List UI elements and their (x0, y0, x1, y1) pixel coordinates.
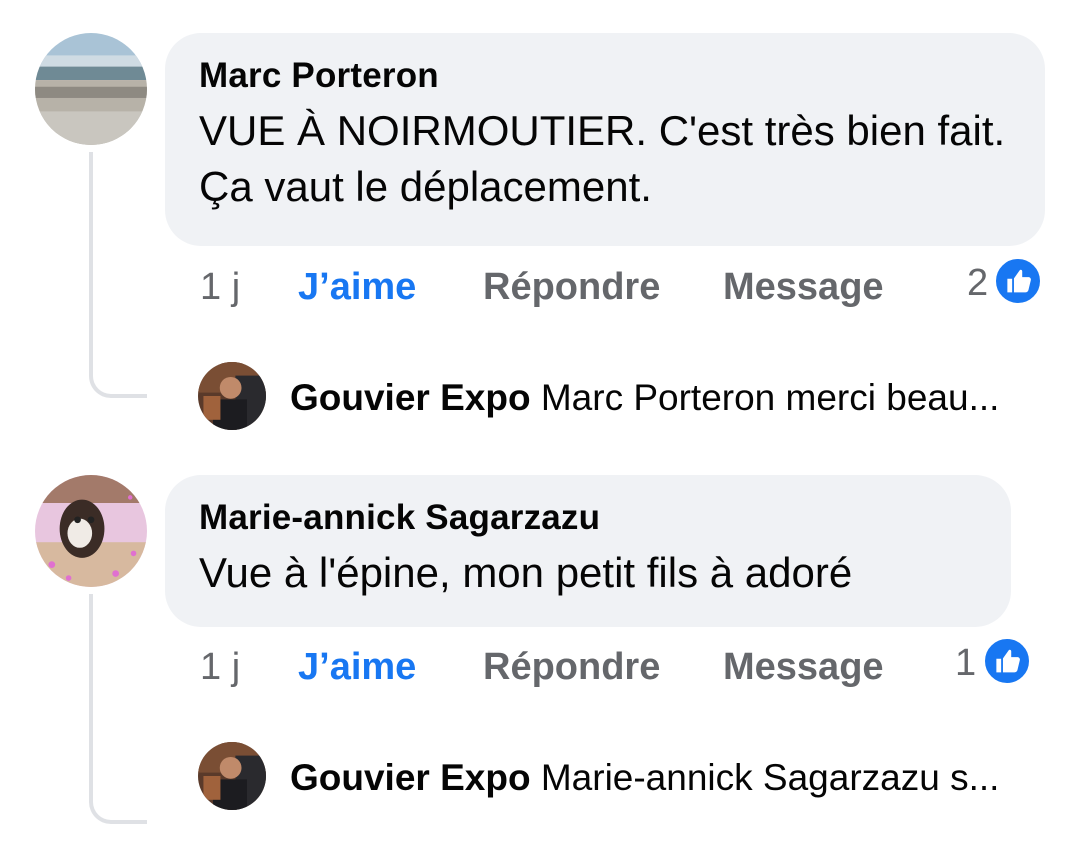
avatar-photo (198, 362, 266, 430)
reply-preview[interactable]: Gouvier Expo Marie-annick Sagarzazu s... (198, 742, 1058, 812)
comment-author[interactable]: Marc Porteron (199, 55, 1011, 97)
avatar-photo (35, 475, 147, 587)
message-button[interactable]: Message (723, 266, 884, 309)
comment-author[interactable]: Marie-annick Sagarzazu (199, 497, 977, 539)
like-icon[interactable] (993, 256, 1043, 306)
avatar-photo (35, 33, 147, 145)
comment-bubble: Marie-annick Sagarzazu Vue à l'épine, mo… (165, 475, 1011, 627)
avatar[interactable] (198, 742, 266, 810)
reply-author[interactable]: Gouvier Expo (290, 377, 531, 418)
reaction-count[interactable]: 2 (967, 262, 988, 305)
comment-bubble: Marc Porteron VUE À NOIRMOUTIER. C'est t… (165, 33, 1045, 246)
reply-preview-text: Gouvier Expo Marc Porteron merci beau... (290, 375, 1050, 421)
comment-timestamp[interactable]: 1 j (200, 266, 240, 309)
comment-actions: 1 j J’aime Répondre Message 2 (200, 256, 1043, 316)
thread-connector (89, 594, 147, 824)
reply-button[interactable]: Répondre (483, 646, 660, 689)
reply-preview-text: Gouvier Expo Marie-annick Sagarzazu s... (290, 755, 1050, 801)
avatar[interactable] (35, 475, 147, 587)
thread-connector (89, 152, 147, 398)
reply-preview[interactable]: Gouvier Expo Marc Porteron merci beau... (198, 362, 1058, 432)
reaction-count[interactable]: 1 (955, 642, 976, 685)
avatar[interactable] (198, 362, 266, 430)
like-icon[interactable] (982, 636, 1032, 686)
avatar-photo (198, 742, 266, 810)
avatar[interactable] (35, 33, 147, 145)
like-button[interactable]: J’aime (298, 266, 416, 309)
comment-timestamp[interactable]: 1 j (200, 646, 240, 689)
comment-actions: 1 j J’aime Répondre Message 1 (200, 636, 1040, 696)
like-button[interactable]: J’aime (298, 646, 416, 689)
reply-button[interactable]: Répondre (483, 266, 660, 309)
reply-snippet: Marc Porteron merci beau... (540, 377, 1000, 418)
reply-author[interactable]: Gouvier Expo (290, 757, 531, 798)
message-button[interactable]: Message (723, 646, 884, 689)
comment-text: VUE À NOIRMOUTIER. C'est très bien fait.… (199, 107, 1006, 210)
comment-text: Vue à l'épine, mon petit fils à adoré (199, 549, 853, 596)
reply-snippet: Marie-annick Sagarzazu s... (540, 757, 1000, 798)
